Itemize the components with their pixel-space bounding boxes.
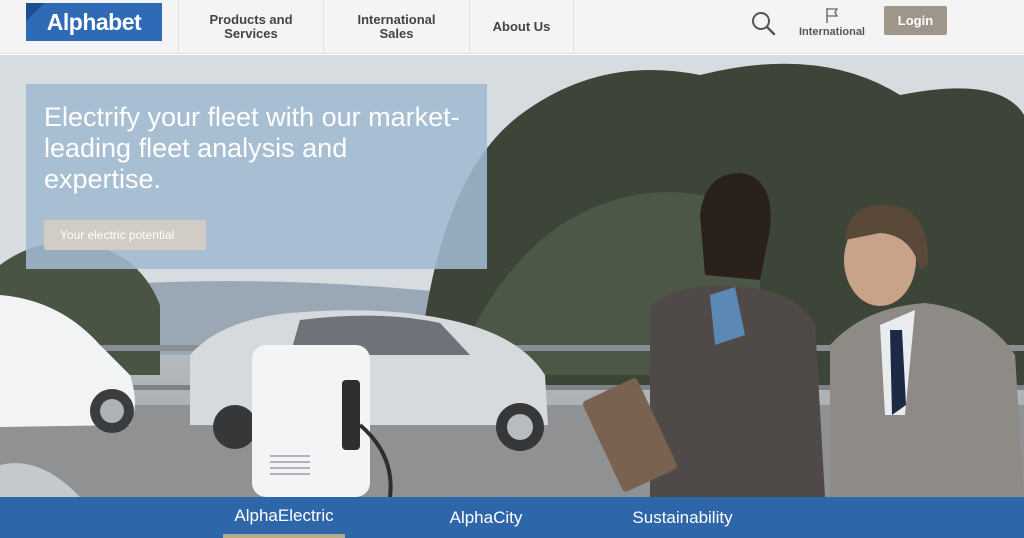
nav-about-us[interactable]: About Us bbox=[469, 0, 574, 54]
nav-about-label: About Us bbox=[492, 18, 551, 34]
nav-products-label: Products and Services bbox=[209, 11, 293, 41]
hero-banner: Electrify your fleet with our market-lea… bbox=[0, 55, 1024, 497]
hero-text-panel: Electrify your fleet with our market-lea… bbox=[26, 84, 487, 269]
login-label: Login bbox=[897, 13, 934, 28]
tab-alphacity-label: AlphaCity bbox=[449, 507, 523, 527]
search-icon bbox=[752, 12, 776, 36]
search-button[interactable] bbox=[748, 8, 780, 40]
tab-alphaelectric-label: AlphaElectric bbox=[234, 505, 334, 525]
international-label: International bbox=[798, 26, 865, 38]
nav-international-sales-label: International Sales bbox=[357, 11, 436, 41]
nav-products-and-services[interactable]: Products and Services bbox=[178, 0, 323, 54]
site-header: Alphabet Products and Services Internati… bbox=[0, 0, 1024, 54]
hero-title: Electrify your fleet with our market-lea… bbox=[44, 102, 460, 194]
tab-sustainability[interactable]: Sustainability bbox=[615, 497, 750, 538]
hero-cta-label: Your electric potential bbox=[60, 228, 175, 242]
login-button[interactable]: Login bbox=[884, 6, 947, 35]
product-tabbar: AlphaElectric AlphaCity Sustainability bbox=[0, 497, 1024, 538]
tab-sustainability-label: Sustainability bbox=[632, 507, 733, 527]
your-electric-potential-button[interactable]: Your electric potential bbox=[44, 220, 206, 250]
flag-icon bbox=[826, 8, 839, 23]
tab-alphacity[interactable]: AlphaCity bbox=[430, 497, 542, 538]
nav-international-sales[interactable]: International Sales bbox=[323, 0, 469, 54]
international-selector[interactable]: International bbox=[794, 6, 870, 40]
tab-alphaelectric[interactable]: AlphaElectric bbox=[223, 497, 345, 538]
alphabet-logo[interactable]: Alphabet bbox=[26, 3, 162, 41]
logo-text: Alphabet bbox=[46, 8, 142, 35]
